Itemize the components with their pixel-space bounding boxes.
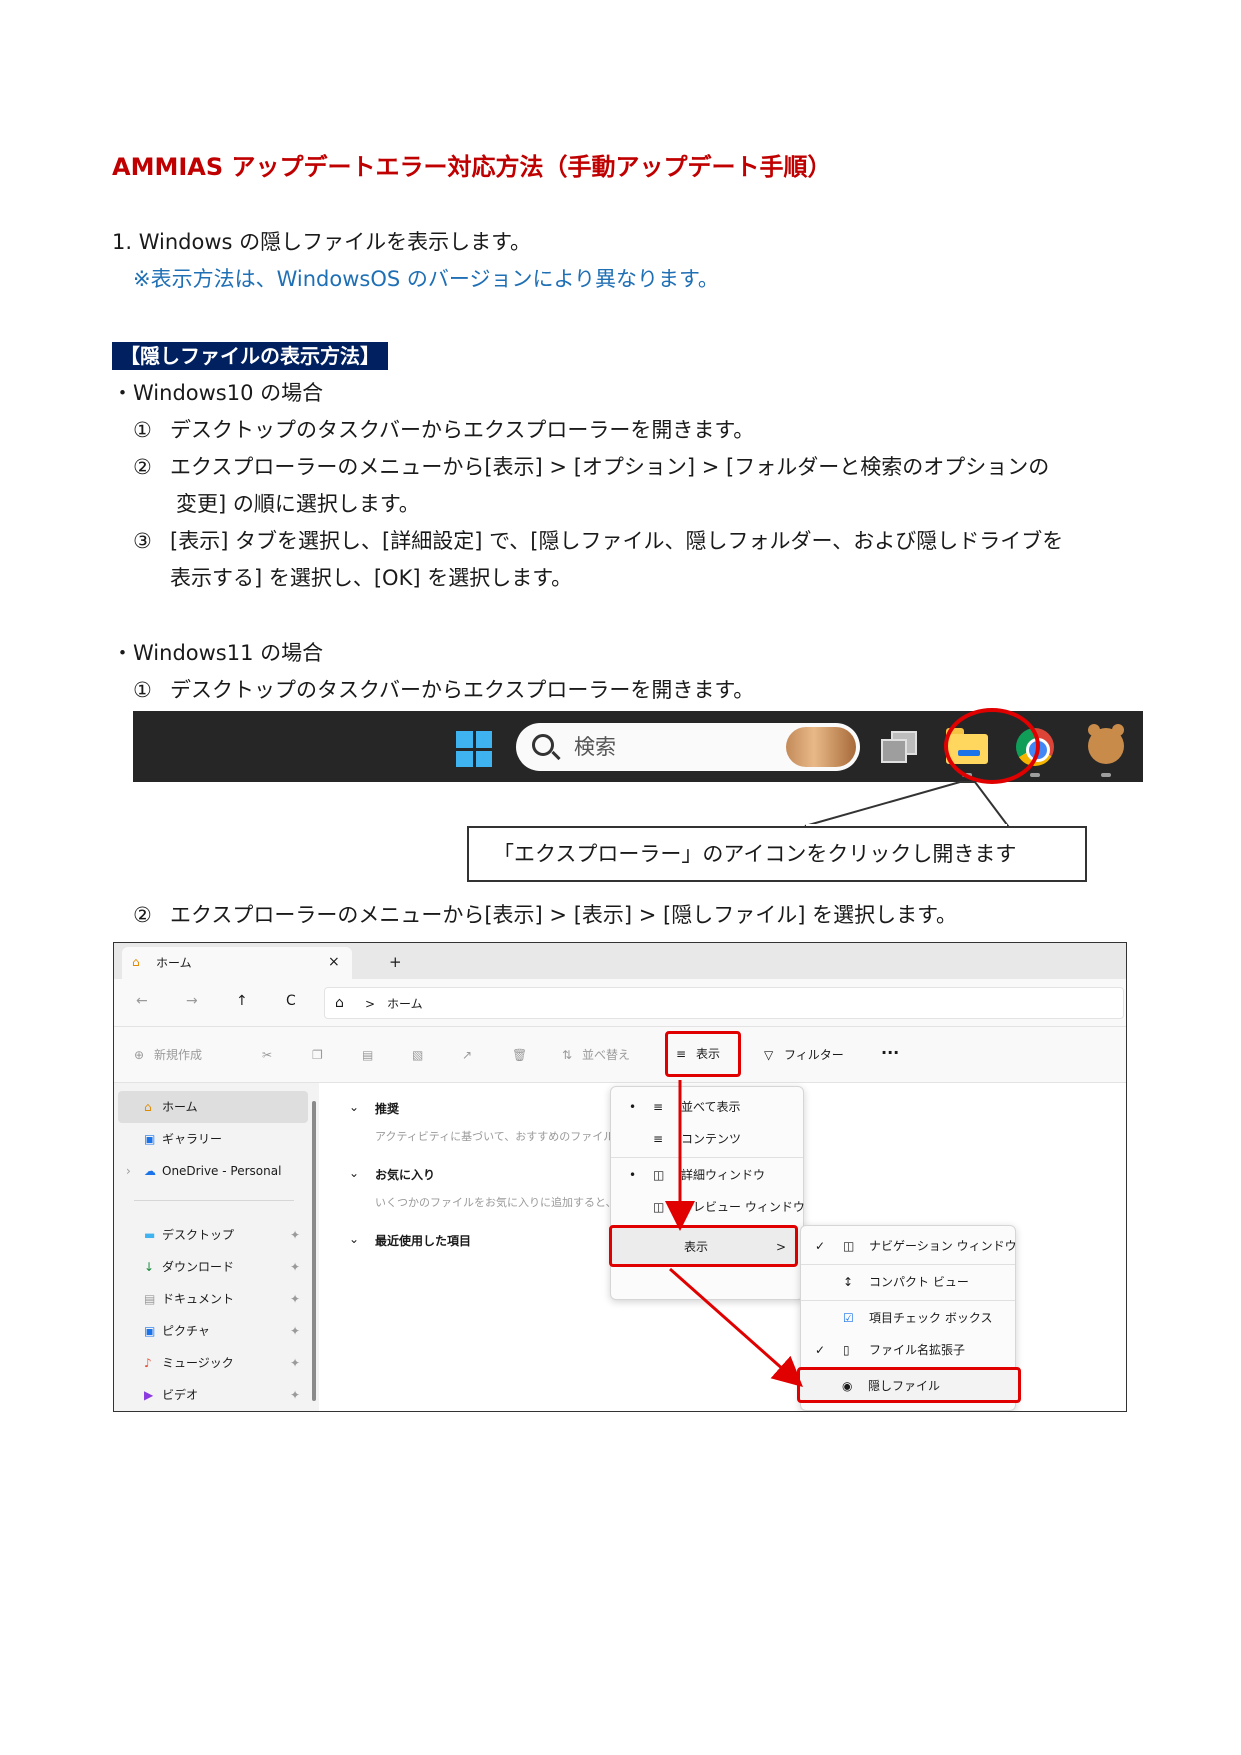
callout-box: 「エクスプローラー」のアイコンをクリックし開きます	[467, 826, 1087, 882]
win11-item-2-text: エクスプローラーのメニューから[表示] > [表示] > [隠しファイル] を選…	[170, 903, 957, 927]
win11-item-2-num: ②	[133, 903, 152, 927]
callout-text: 「エクスプローラー」のアイコンをクリックし開きます	[493, 842, 1017, 866]
instruction-arrows	[665, 1080, 803, 1387]
explorer-screenshot: ⌂ ホーム × + ← → ↑ C ⌂ > ホーム ⊕ 新規作成 ✂ ❐ ▤ ▧…	[113, 942, 1127, 1412]
